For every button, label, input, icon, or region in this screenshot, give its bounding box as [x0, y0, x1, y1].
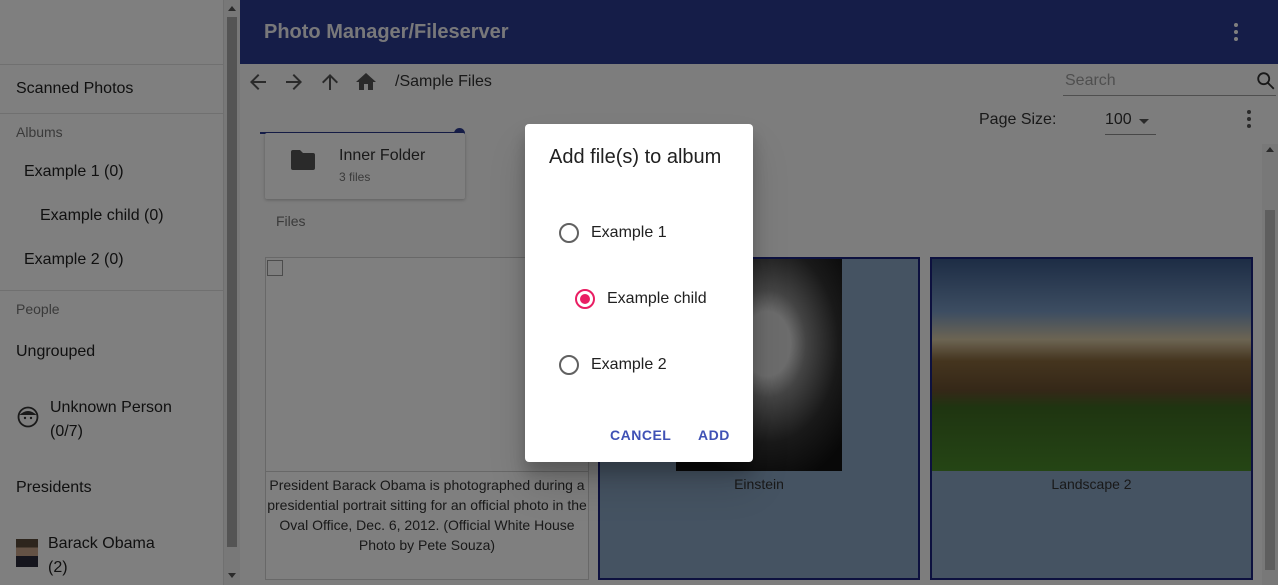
album-option-label: Example child — [607, 290, 707, 307]
radio-button[interactable] — [559, 355, 579, 375]
album-option-example-2[interactable]: Example 2 — [559, 353, 667, 377]
cancel-button[interactable]: CANCEL — [610, 427, 671, 443]
dialog-title: Add file(s) to album — [549, 146, 722, 168]
add-to-album-dialog: Add file(s) to album Example 1 Example c… — [525, 124, 753, 462]
album-option-label: Example 2 — [591, 356, 667, 373]
album-option-example-child[interactable]: Example child — [575, 287, 707, 311]
album-option-example-1[interactable]: Example 1 — [559, 221, 667, 245]
album-option-label: Example 1 — [591, 224, 667, 241]
radio-button[interactable] — [559, 223, 579, 243]
add-button[interactable]: ADD — [698, 427, 730, 443]
radio-button-checked[interactable] — [575, 289, 595, 309]
